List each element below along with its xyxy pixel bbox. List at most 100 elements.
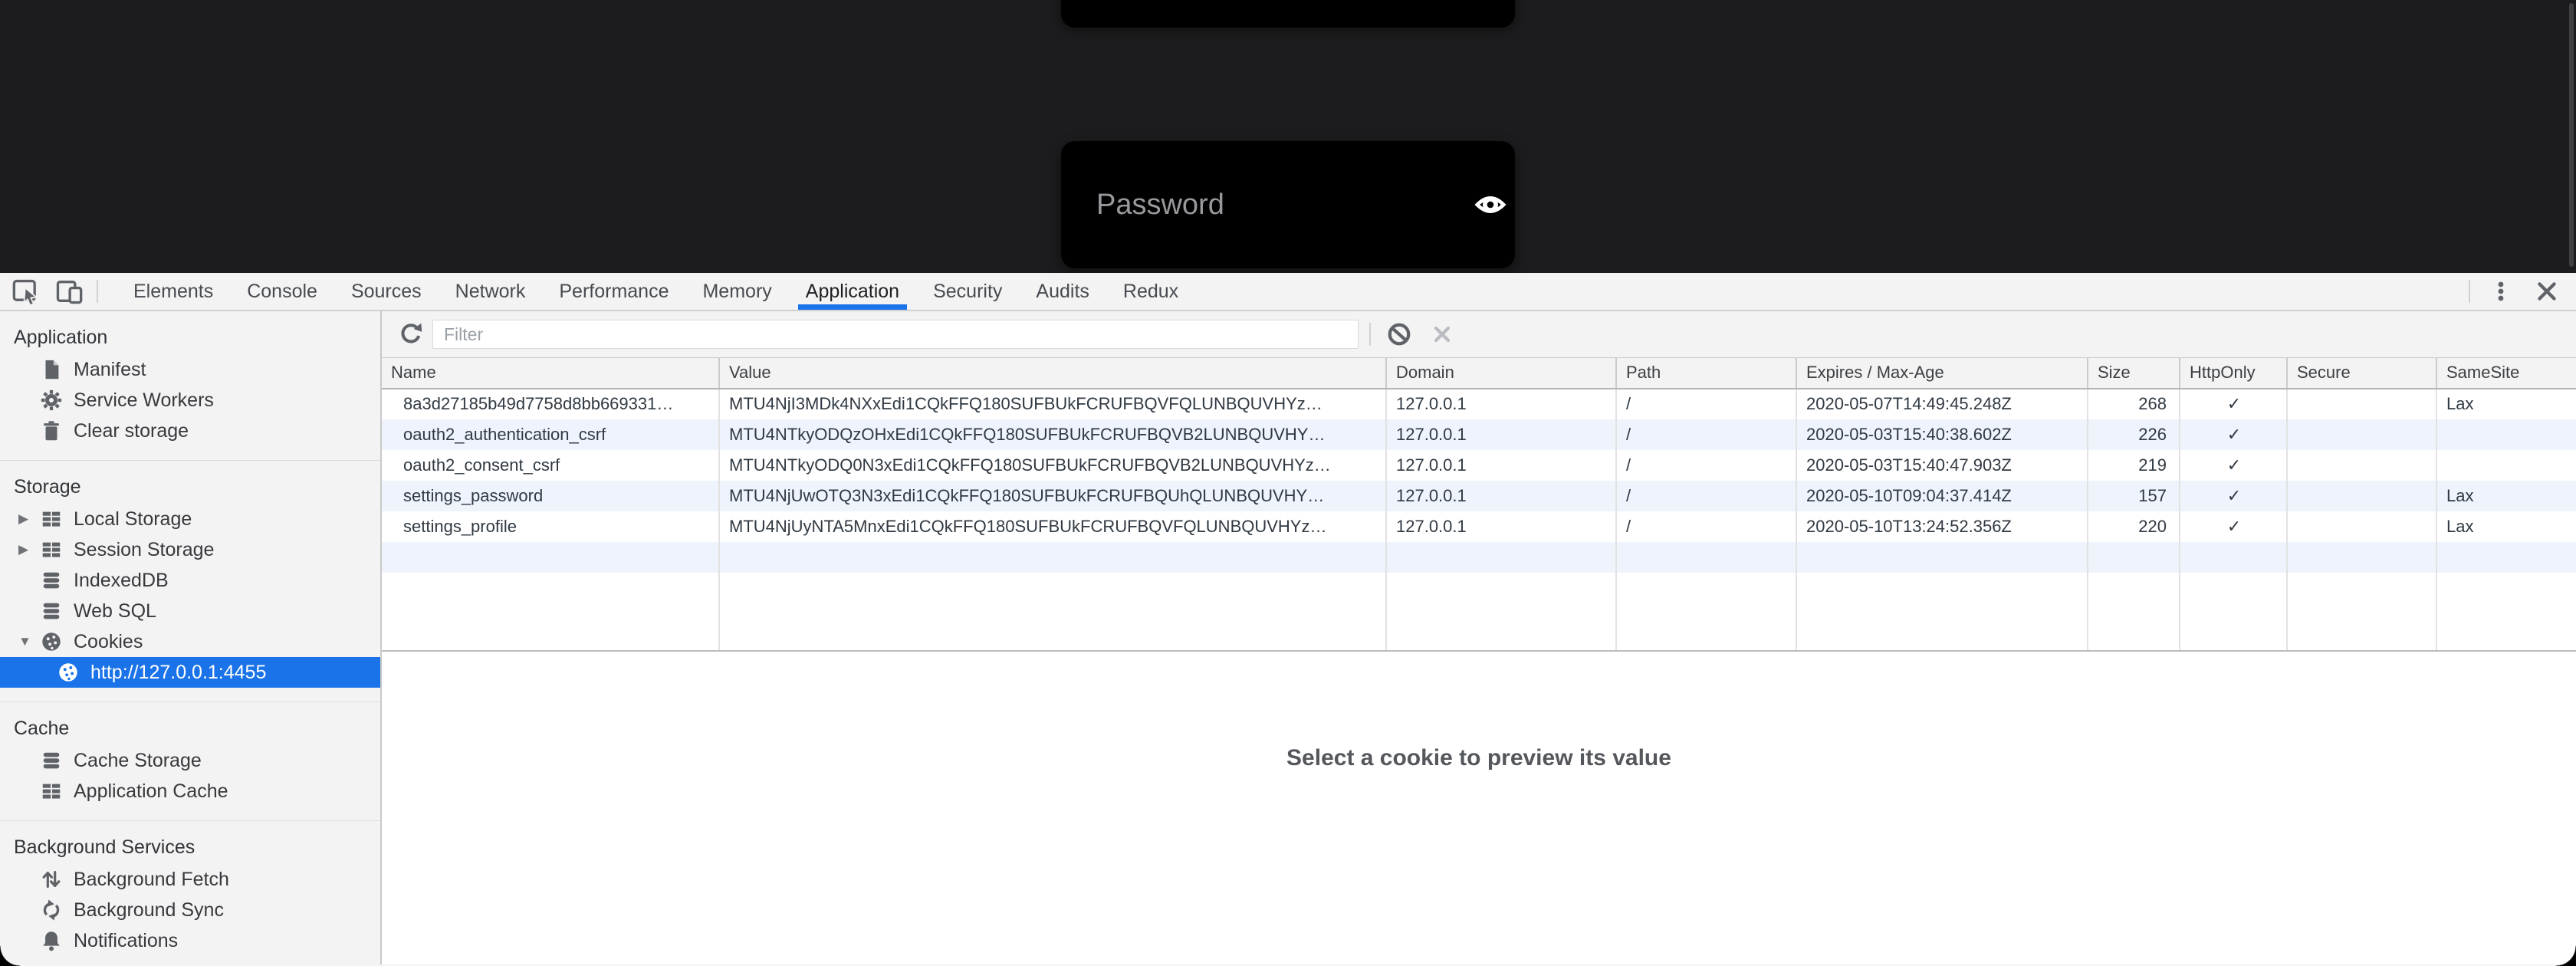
cell-expires[interactable]: 2020-05-10T09:04:37.414Z	[1796, 481, 2088, 511]
sidebar-item-cookie-origin[interactable]: http://127.0.0.1:4455	[0, 657, 380, 688]
cookie-row[interactable]: settings_passwordMTU4NjUwOTQ3N3xEdi1CQkF…	[382, 481, 2576, 511]
devtools-tabs: ElementsConsoleSourcesNetworkPerformance…	[117, 273, 1195, 310]
cell-size[interactable]: 220	[2088, 511, 2180, 542]
cell-path[interactable]: /	[1616, 450, 1796, 481]
sidebar-item-manifest[interactable]: Manifest	[0, 354, 380, 385]
cell-domain[interactable]: 127.0.0.1	[1386, 389, 1616, 419]
sidebar-item-service-workers[interactable]: Service Workers	[0, 385, 380, 416]
cell-samesite[interactable]: Lax	[2436, 511, 2576, 542]
cell-secure[interactable]	[2287, 419, 2436, 450]
tab-application[interactable]: Application	[789, 273, 916, 310]
password-field[interactable]	[1061, 141, 1515, 268]
cell-domain[interactable]: 127.0.0.1	[1386, 481, 1616, 511]
sidebar-item-web-sql[interactable]: Web SQL	[0, 596, 380, 626]
cell-size[interactable]: 157	[2088, 481, 2180, 511]
cell-samesite[interactable]: Lax	[2436, 481, 2576, 511]
tab-sources[interactable]: Sources	[334, 273, 439, 310]
application-sidebar: Application Manifest	[0, 311, 382, 964]
tab-elements[interactable]: Elements	[117, 273, 230, 310]
delete-selected-icon[interactable]	[1428, 320, 1457, 349]
cell-name[interactable]: oauth2_consent_csrf	[382, 450, 719, 481]
cell-expires[interactable]: 2020-05-10T13:24:52.356Z	[1796, 511, 2088, 542]
empty-cell	[1386, 573, 1616, 651]
tab-network[interactable]: Network	[439, 273, 543, 310]
eye-icon[interactable]	[1473, 189, 1508, 221]
sidebar-item-notifications[interactable]: Notifications	[0, 925, 380, 956]
text-input-cutoff[interactable]	[1061, 0, 1515, 28]
sidebar-item-cookies[interactable]: ▼ Cookies	[0, 626, 380, 657]
cookie-row[interactable]: 8a3d27185b49d7758d8bb669331…MTU4NjI3MDk4…	[382, 389, 2576, 419]
devtools-panel: ElementsConsoleSourcesNetworkPerformance…	[0, 273, 2576, 966]
cookie-row[interactable]: settings_profileMTU4NjUyNTA5MnxEdi1CQkFF…	[382, 511, 2576, 542]
cell-expires[interactable]: 2020-05-03T15:40:38.602Z	[1796, 419, 2088, 450]
sidebar-item-background-sync[interactable]: Background Sync	[0, 895, 380, 925]
cell-httponly[interactable]: ✓	[2180, 481, 2287, 511]
cookie-row[interactable]: oauth2_authentication_csrfMTU4NTkyODQzOH…	[382, 419, 2576, 450]
cell-value[interactable]: MTU4NTkyODQzOHxEdi1CQkFFQ180SUFBUkFCRUFB…	[719, 419, 1386, 450]
cell-samesite[interactable]	[2436, 419, 2576, 450]
tab-audits[interactable]: Audits	[1019, 273, 1106, 310]
chevron-right-icon[interactable]: ▶	[18, 511, 40, 527]
sidebar-section-background-services: Background Services Background Fetch Bac…	[0, 820, 380, 964]
sidebar-item-application-cache[interactable]: Application Cache	[0, 776, 380, 807]
tab-security[interactable]: Security	[916, 273, 1019, 310]
tab-memory[interactable]: Memory	[685, 273, 788, 310]
refresh-icon[interactable]	[396, 319, 426, 350]
cell-secure[interactable]	[2287, 481, 2436, 511]
cell-expires[interactable]: 2020-05-07T14:49:45.248Z	[1796, 389, 2088, 419]
tabbar-divider	[97, 280, 98, 303]
cell-size[interactable]: 219	[2088, 450, 2180, 481]
chevron-down-icon[interactable]: ▼	[18, 634, 40, 649]
cell-name[interactable]: settings_profile	[382, 511, 719, 542]
cell-size[interactable]: 226	[2088, 419, 2180, 450]
cell-path[interactable]: /	[1616, 419, 1796, 450]
cell-name[interactable]: settings_password	[382, 481, 719, 511]
inspect-element-icon[interactable]	[11, 276, 41, 307]
cell-domain[interactable]: 127.0.0.1	[1386, 419, 1616, 450]
cookie-row[interactable]: oauth2_consent_csrfMTU4NTkyODQ0N3xEdi1CQ…	[382, 450, 2576, 481]
cell-secure[interactable]	[2287, 450, 2436, 481]
cell-samesite[interactable]	[2436, 450, 2576, 481]
sidebar-item-session-storage[interactable]: ▶ Session Storage	[0, 534, 380, 565]
cell-path[interactable]: /	[1616, 481, 1796, 511]
sidebar-item-label: Notifications	[74, 930, 178, 952]
cookie-filter-input[interactable]	[432, 320, 1359, 349]
cell-name[interactable]: oauth2_authentication_csrf	[382, 419, 719, 450]
cell-secure[interactable]	[2287, 389, 2436, 419]
cell-size[interactable]: 268	[2088, 389, 2180, 419]
database-icon	[40, 600, 63, 623]
cell-expires[interactable]: 2020-05-03T15:40:47.903Z	[1796, 450, 2088, 481]
cell-path[interactable]: /	[1616, 511, 1796, 542]
cell-value[interactable]: MTU4NTkyODQ0N3xEdi1CQkFFQ180SUFBUkFCRUFB…	[719, 450, 1386, 481]
cell-httponly[interactable]: ✓	[2180, 419, 2287, 450]
password-input[interactable]	[1095, 188, 1473, 222]
sidebar-item-cache-storage[interactable]: Cache Storage	[0, 745, 380, 776]
cell-path[interactable]: /	[1616, 389, 1796, 419]
tab-performance[interactable]: Performance	[542, 273, 685, 310]
chevron-right-icon[interactable]: ▶	[18, 542, 40, 557]
tab-redux[interactable]: Redux	[1106, 273, 1195, 310]
sidebar-item-background-fetch[interactable]: Background Fetch	[0, 864, 380, 895]
empty-cell	[2180, 573, 2287, 651]
table-icon	[40, 538, 63, 561]
cell-value[interactable]: MTU4NjUwOTQ3N3xEdi1CQkFFQ180SUFBUkFCRUFB…	[719, 481, 1386, 511]
cell-value[interactable]: MTU4NjI3MDk4NXxEdi1CQkFFQ180SUFBUkFCRUFB…	[719, 389, 1386, 419]
tab-console[interactable]: Console	[230, 273, 334, 310]
cell-samesite[interactable]: Lax	[2436, 389, 2576, 419]
cell-domain[interactable]: 127.0.0.1	[1386, 511, 1616, 542]
cell-httponly[interactable]: ✓	[2180, 511, 2287, 542]
clear-cookies-icon[interactable]	[1385, 320, 1414, 349]
cell-secure[interactable]	[2287, 511, 2436, 542]
sidebar-item-clear-storage[interactable]: Clear storage	[0, 416, 380, 446]
cell-httponly[interactable]: ✓	[2180, 389, 2287, 419]
device-toolbar-icon[interactable]	[54, 276, 84, 307]
cell-name[interactable]: 8a3d27185b49d7758d8bb669331…	[382, 389, 719, 419]
kebab-menu-icon[interactable]	[2486, 276, 2516, 307]
close-icon[interactable]	[2532, 276, 2562, 307]
cell-domain[interactable]: 127.0.0.1	[1386, 450, 1616, 481]
sidebar-item-indexeddb[interactable]: IndexedDB	[0, 565, 380, 596]
cell-value[interactable]: MTU4NjUyNTA5MnxEdi1CQkFFQ180SUFBUkFCRUFB…	[719, 511, 1386, 542]
cell-httponly[interactable]: ✓	[2180, 450, 2287, 481]
sidebar-item-local-storage[interactable]: ▶ Local Storage	[0, 504, 380, 534]
page-scrollbar[interactable]	[2569, 3, 2574, 267]
